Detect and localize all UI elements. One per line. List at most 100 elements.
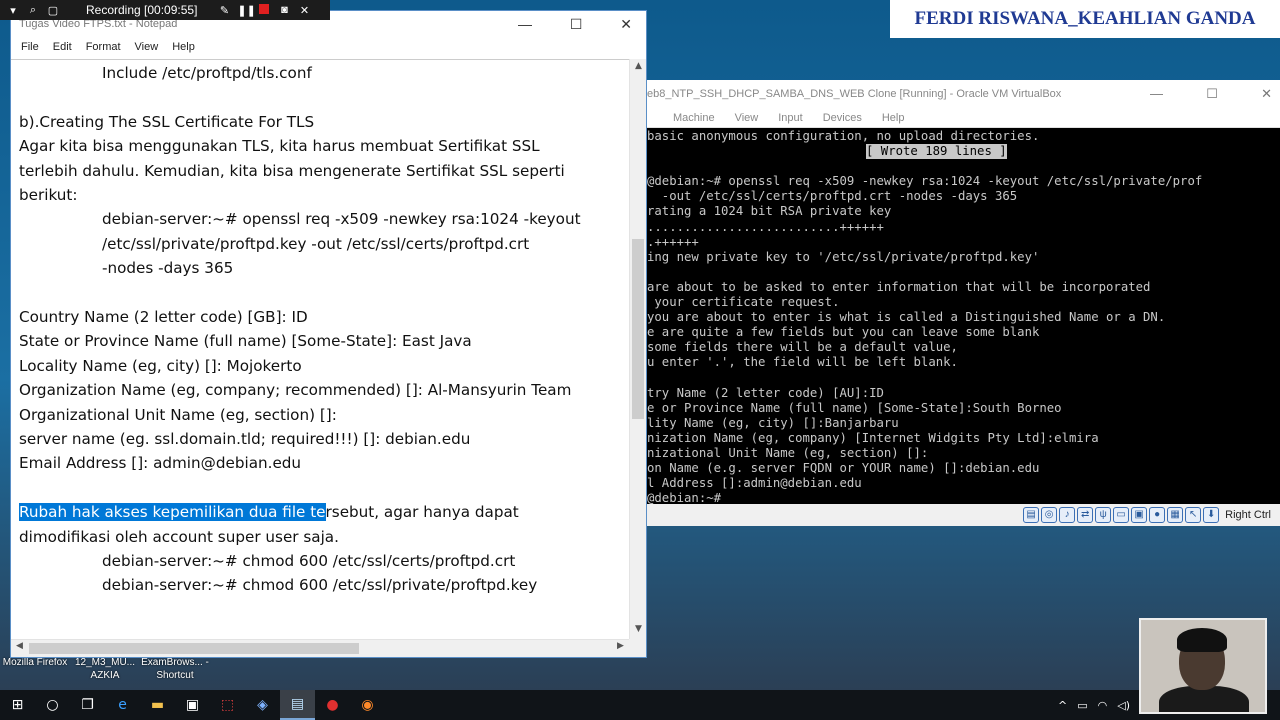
- terminal-line: .++++++: [647, 234, 699, 249]
- display-icon[interactable]: ▣: [1131, 507, 1148, 523]
- firefox-taskbar-icon[interactable]: ◉: [350, 690, 385, 720]
- editor-line: Organizational Unit Name (eg, section) […: [19, 405, 337, 424]
- pen-icon[interactable]: ✎: [217, 4, 231, 17]
- vbox-statusbar: ▤ ◎ ♪ ⇄ ψ ▭ ▣ ● ▦ ↖ ⬇ Right Ctrl: [647, 504, 1280, 526]
- virtualbox-window[interactable]: eb8_NTP_SSH_DHCP_SAMBA_DNS_WEB Clone [Ru…: [646, 80, 1280, 526]
- terminal-line: e or Province Name (full name) [Some-Sta…: [647, 400, 1062, 415]
- terminal-line: rating a 1024 bit RSA private key: [647, 204, 892, 219]
- network-icon[interactable]: ◠: [1098, 699, 1108, 712]
- chevron-up-icon[interactable]: ^: [1058, 699, 1067, 712]
- editor-line: Email Address []: admin@debian.edu: [19, 454, 302, 473]
- maximize-icon[interactable]: ☐: [1206, 86, 1218, 102]
- shared-folder-icon[interactable]: ▭: [1113, 507, 1130, 523]
- camera-icon[interactable]: ◙: [277, 4, 291, 16]
- vbox-menu-view[interactable]: View: [735, 112, 759, 124]
- editor-line: server name (eg. ssl.domain.tld; require…: [19, 430, 471, 448]
- battery-icon[interactable]: ▭: [1077, 699, 1087, 712]
- taskbar: ⊞ ○ ❐ e ▬ ▣ ⬚ ◈ ▤ ● ◉ ^ ▭ ◠ ◁): [0, 690, 1280, 720]
- close-icon[interactable]: ✕: [297, 4, 311, 17]
- terminal-line: l Address []:admin@debian.edu: [647, 476, 862, 491]
- vertical-scroll-thumb[interactable]: [632, 239, 644, 419]
- mouse-integration-icon[interactable]: ↖: [1185, 507, 1202, 523]
- virtualbox-taskbar-icon[interactable]: ◈: [245, 690, 280, 720]
- scroll-left-icon[interactable]: ◀: [11, 641, 28, 651]
- terminal-line: ing new private key to '/etc/ssl/private…: [647, 249, 1040, 264]
- notepad-menubar: File Edit Format View Help: [11, 37, 646, 57]
- vbox-menu-devices[interactable]: Devices: [823, 112, 862, 124]
- search-icon[interactable]: ○: [35, 690, 70, 720]
- terminal-line: ..........................++++++: [647, 219, 884, 234]
- editor-line: debian-server:~# openssl req -x509 -newk…: [102, 210, 581, 229]
- terminal-line: -out /etc/ssl/certs/proftpd.crt -nodes -…: [647, 189, 1018, 204]
- vbox-menubar: Machine View Input Devices Help: [647, 108, 1280, 128]
- webcam-person-body: [1159, 686, 1249, 712]
- menu-help[interactable]: Help: [168, 41, 205, 53]
- audio-icon[interactable]: ♪: [1059, 507, 1076, 523]
- editor-line: Locality Name (eg, city) []: Mojokerto: [19, 356, 302, 375]
- volume-icon[interactable]: ◁): [1117, 699, 1130, 712]
- vbox-menu-machine[interactable]: Machine: [673, 112, 715, 124]
- banner-text: FERDI RISWANA_KEAHLIAN GANDA: [914, 8, 1256, 29]
- vertical-scrollbar[interactable]: ▲ ▼: [629, 59, 646, 639]
- task-view-icon[interactable]: ❐: [70, 690, 105, 720]
- desktop-icon-folder[interactable]: 12_M3_MU... AZKIA: [70, 656, 140, 682]
- desktop-icon-exambrowser[interactable]: ExamBrows... - Shortcut: [140, 656, 210, 682]
- editor-line: -nodes -days 365: [102, 259, 234, 278]
- scrollbar-corner: [629, 639, 646, 657]
- menu-view[interactable]: View: [131, 41, 169, 53]
- host-key-icon[interactable]: ⬇: [1203, 507, 1220, 523]
- windows-start-icon[interactable]: ⊞: [0, 690, 35, 720]
- editor-line: terlebih dahulu. Kemudian, kita bisa men…: [19, 161, 565, 180]
- chevron-down-icon[interactable]: ▾: [6, 4, 20, 17]
- horizontal-scroll-thumb[interactable]: [29, 643, 359, 654]
- editor-line: Country Name (2 letter code) [GB]: ID: [19, 308, 308, 326]
- close-icon[interactable]: ✕: [620, 16, 632, 33]
- hdd-icon[interactable]: ▤: [1023, 507, 1040, 523]
- pdf-icon[interactable]: ⬚: [210, 690, 245, 720]
- terminal-status-line: [ Wrote 189 lines ]: [647, 144, 1280, 160]
- vbox-menu-input[interactable]: Input: [778, 112, 802, 124]
- terminal-line: @debian:~# _: [647, 491, 736, 504]
- cpu-icon[interactable]: ▦: [1167, 507, 1184, 523]
- scroll-up-icon[interactable]: ▲: [630, 61, 647, 71]
- maximize-icon[interactable]: ☐: [570, 16, 583, 33]
- vbox-titlebar[interactable]: eb8_NTP_SSH_DHCP_SAMBA_DNS_WEB Clone [Ru…: [647, 80, 1280, 108]
- usb-icon[interactable]: ψ: [1095, 507, 1112, 523]
- terminal-line: are about to be asked to enter informati…: [647, 279, 1151, 294]
- editor-line: debian-server:~# chmod 600 /etc/ssl/cert…: [102, 552, 516, 570]
- optical-drive-icon[interactable]: ◎: [1041, 507, 1058, 523]
- minimize-icon[interactable]: —: [1150, 86, 1163, 102]
- search-icon[interactable]: ⌕: [26, 4, 40, 17]
- webcam-overlay: [1139, 618, 1267, 714]
- editor-line: debian-server:~# chmod 600 /etc/ssl/priv…: [102, 576, 538, 595]
- menu-file[interactable]: File: [17, 41, 49, 53]
- menu-edit[interactable]: Edit: [49, 41, 82, 53]
- region-icon[interactable]: ▢: [46, 4, 60, 17]
- menu-format[interactable]: Format: [82, 41, 131, 53]
- scroll-down-icon[interactable]: ▼: [630, 624, 647, 634]
- recorder-taskbar-icon[interactable]: ●: [315, 690, 350, 720]
- minimize-icon[interactable]: —: [518, 16, 532, 33]
- network-icon[interactable]: ⇄: [1077, 507, 1094, 523]
- terminal-line: your certificate request.: [647, 295, 840, 310]
- editor-line-text: rsebut, agar hanya dapat: [325, 503, 519, 522]
- pause-icon[interactable]: ❚❚: [237, 4, 255, 17]
- horizontal-scrollbar[interactable]: ◀ ▶: [11, 639, 629, 657]
- close-icon[interactable]: ✕: [1261, 86, 1272, 102]
- scroll-right-icon[interactable]: ▶: [612, 641, 629, 651]
- stop-icon[interactable]: [257, 3, 271, 17]
- vbox-menu-help[interactable]: Help: [882, 112, 905, 124]
- vm-terminal[interactable]: basic anonymous configuration, no upload…: [647, 128, 1280, 504]
- notepad-taskbar-icon[interactable]: ▤: [280, 690, 315, 720]
- file-explorer-icon[interactable]: ▬: [140, 690, 175, 720]
- text-editor-area[interactable]: Include /etc/proftpd/tls.conf b).Creatin…: [11, 59, 629, 639]
- edge-icon[interactable]: e: [105, 690, 140, 720]
- record-icon[interactable]: ●: [1149, 507, 1166, 523]
- notepad-window[interactable]: Tugas Video FTPS.txt - Notepad — ☐ ✕ Fil…: [10, 10, 647, 658]
- store-icon[interactable]: ▣: [175, 690, 210, 720]
- selected-text[interactable]: Rubah hak akses kepemilikan dua file te: [19, 503, 326, 522]
